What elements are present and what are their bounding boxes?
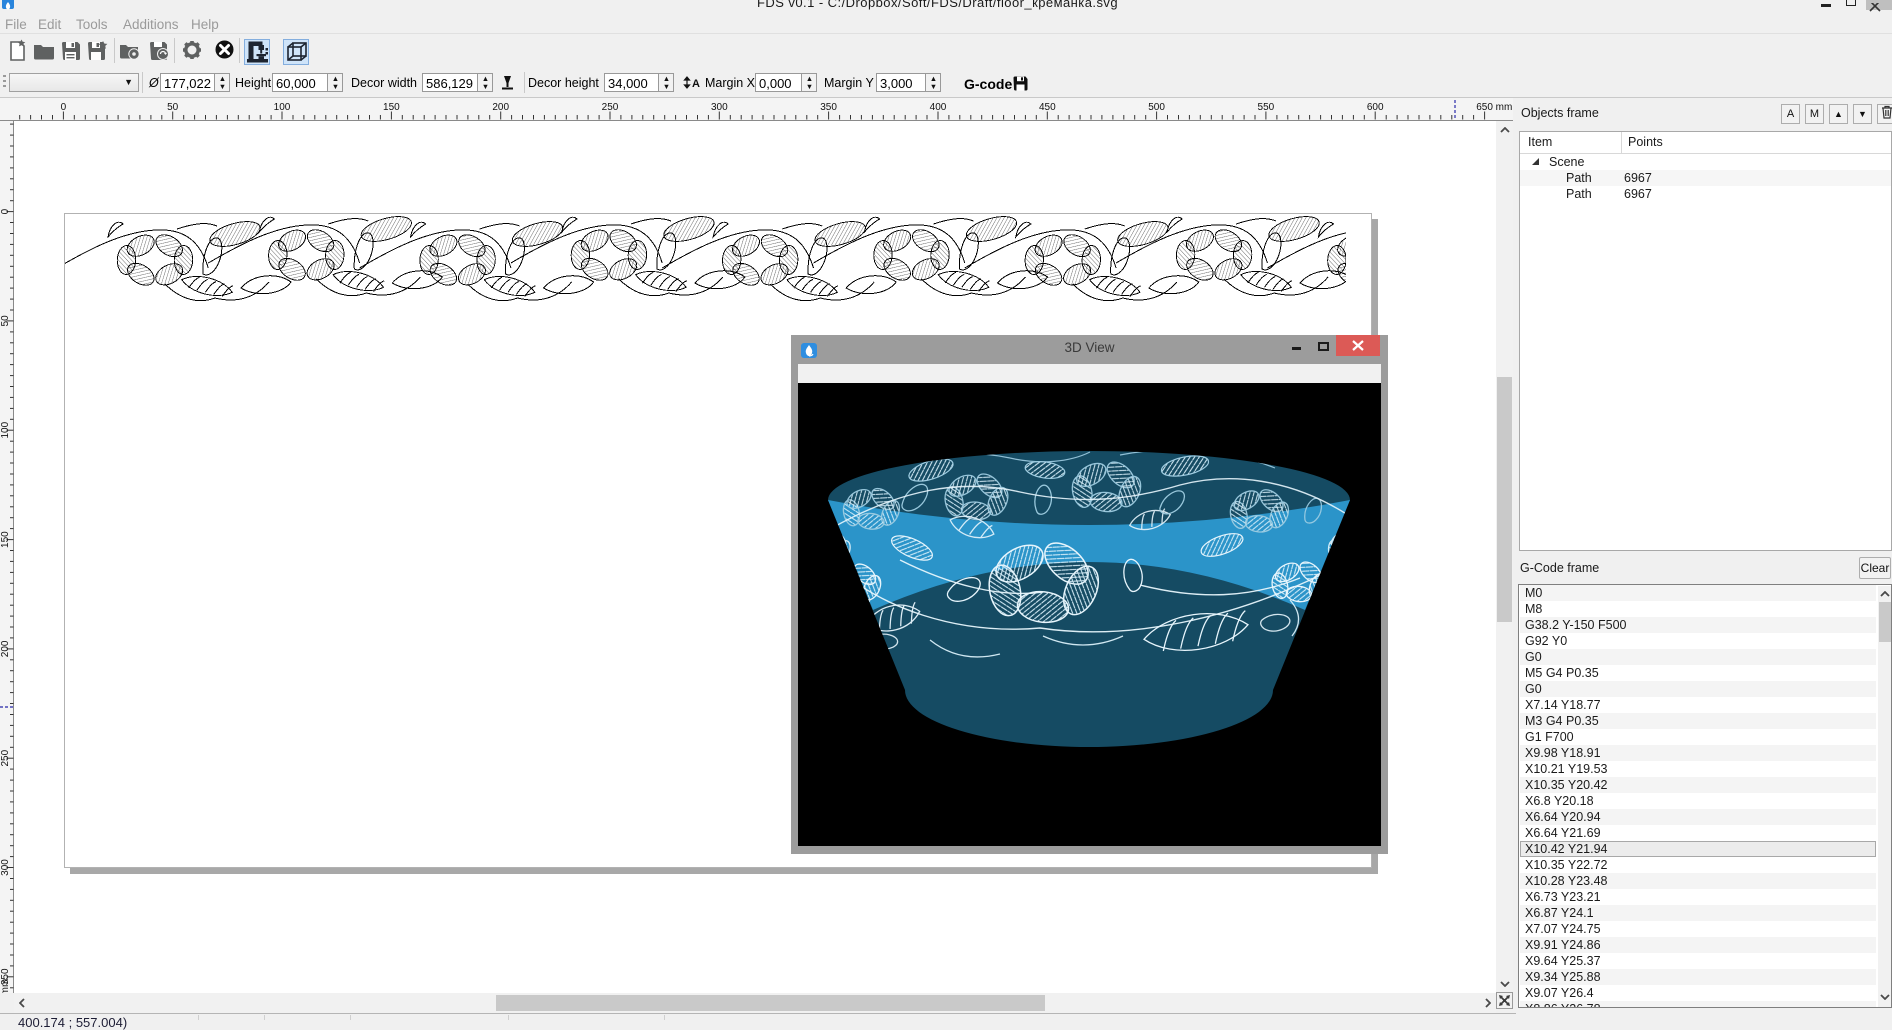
svg-text:50: 50 <box>167 102 179 113</box>
svg-text:200: 200 <box>492 102 509 113</box>
svg-text:250: 250 <box>602 102 619 113</box>
svg-text:50: 50 <box>0 315 11 327</box>
svg-text:mm: mm <box>1496 102 1513 113</box>
svg-text:100: 100 <box>0 421 11 438</box>
svg-text:350: 350 <box>820 102 837 113</box>
svg-text:200: 200 <box>0 640 11 657</box>
svg-text:500: 500 <box>1148 102 1165 113</box>
svg-text:550: 550 <box>1258 102 1275 113</box>
svg-text:650: 650 <box>1476 102 1493 113</box>
svg-text:600: 600 <box>1367 102 1384 113</box>
svg-text:A: A <box>692 78 700 90</box>
svg-text:250: 250 <box>0 749 11 766</box>
svg-text:150: 150 <box>0 531 11 548</box>
svg-text:300: 300 <box>0 859 11 876</box>
svg-text:0: 0 <box>61 102 67 113</box>
svg-text:mm: mm <box>0 979 11 993</box>
svg-text:150: 150 <box>383 102 400 113</box>
svg-text:300: 300 <box>711 102 728 113</box>
svg-text:100: 100 <box>274 102 291 113</box>
svg-text:450: 450 <box>1039 102 1056 113</box>
svg-text:400: 400 <box>930 102 947 113</box>
svg-text:0: 0 <box>0 208 11 214</box>
